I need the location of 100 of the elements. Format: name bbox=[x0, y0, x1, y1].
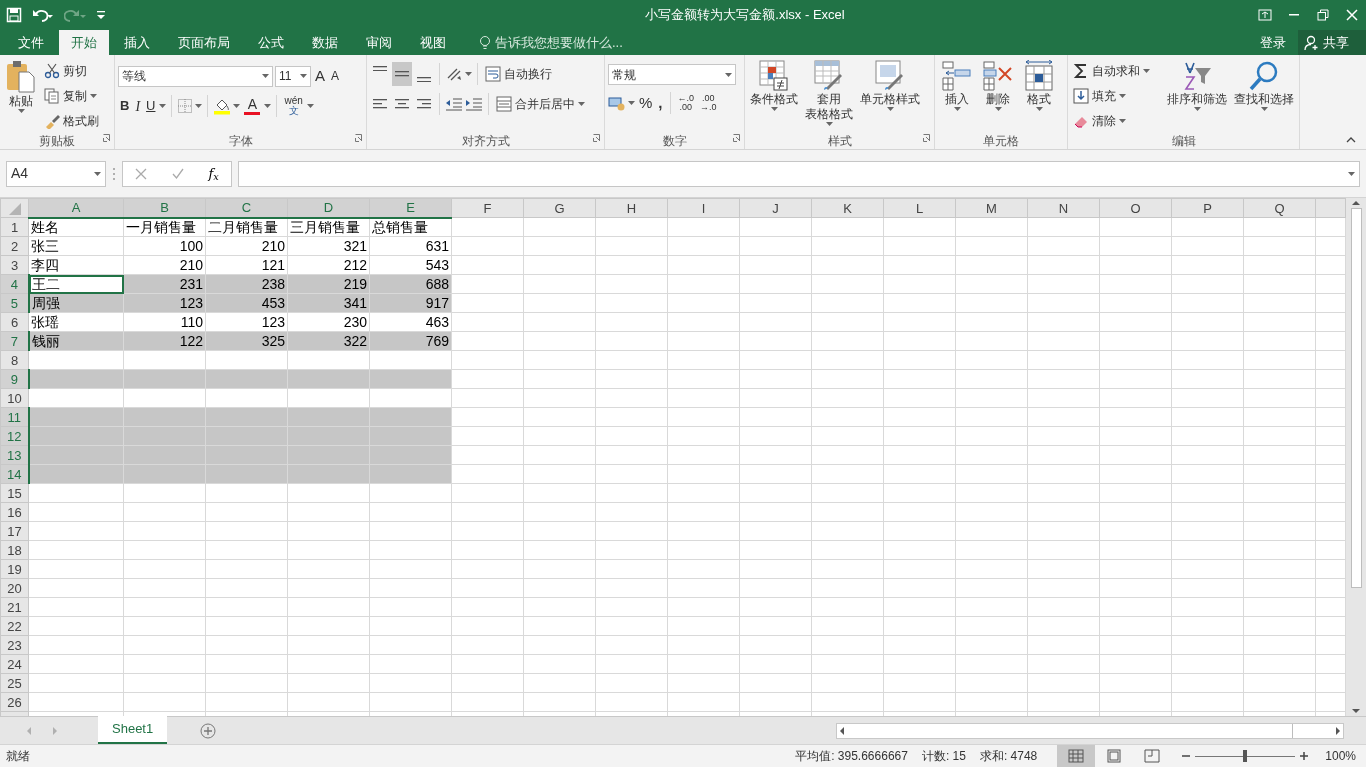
sheet-tab[interactable]: Sheet1 bbox=[98, 716, 168, 744]
ribbon-button[interactable]: 自动求和 bbox=[1071, 59, 1154, 82]
underline-button[interactable]: U bbox=[144, 94, 158, 118]
scroll-down-icon bbox=[1352, 708, 1360, 714]
column-header[interactable]: J bbox=[739, 198, 812, 218]
ribbon-tab[interactable]: 视图 bbox=[407, 30, 459, 55]
enter-icon[interactable] bbox=[171, 167, 184, 180]
currency-icon[interactable] bbox=[608, 95, 626, 111]
column-header[interactable]: K bbox=[811, 198, 884, 218]
ribbon-button[interactable]: 条件格式 bbox=[748, 59, 800, 132]
italic-button[interactable]: I bbox=[133, 94, 143, 118]
status-text: 就绪 bbox=[6, 748, 30, 765]
paste-button[interactable]: 粘贴 bbox=[3, 59, 39, 132]
zoom-level[interactable]: 100% bbox=[1325, 747, 1356, 765]
ribbon-tab[interactable]: 页面布局 bbox=[165, 30, 243, 55]
ribbon-button[interactable]: 查找和选择 bbox=[1232, 59, 1296, 132]
ribbon-button[interactable]: 套用 表格格式 bbox=[803, 59, 855, 132]
caret-icon bbox=[825, 122, 833, 126]
column-header[interactable]: N bbox=[1027, 198, 1100, 218]
wrap-text-button[interactable]: 自动换行 bbox=[483, 62, 554, 86]
comma-button[interactable]: , bbox=[656, 91, 665, 115]
grow-font-button[interactable]: A bbox=[313, 64, 327, 88]
tell-me-field[interactable]: 告诉我您想要做什么... bbox=[473, 30, 629, 55]
decrease-indent-icon[interactable] bbox=[445, 96, 463, 112]
ribbon-button[interactable]: 复制 bbox=[42, 84, 111, 107]
launcher-icon[interactable] bbox=[923, 133, 931, 142]
column-header[interactable]: D bbox=[287, 198, 370, 218]
new-sheet-icon[interactable] bbox=[200, 723, 217, 740]
launcher-icon[interactable] bbox=[355, 133, 363, 142]
ribbon-button[interactable]: 删除 bbox=[979, 59, 1017, 132]
view-button[interactable] bbox=[1057, 745, 1096, 767]
launcher-icon[interactable] bbox=[103, 133, 111, 142]
name-box[interactable]: A4 bbox=[6, 160, 106, 187]
vertical-scrollbar[interactable] bbox=[1346, 198, 1366, 716]
undo-icon[interactable] bbox=[32, 7, 54, 23]
shrink-font-button[interactable]: A bbox=[329, 64, 342, 88]
ribbon-button[interactable]: 剪切 bbox=[42, 59, 111, 82]
middle-align-button[interactable] bbox=[392, 62, 412, 86]
table-cell: 230 bbox=[287, 312, 370, 332]
number-format-dropdown[interactable]: 常规 bbox=[608, 64, 736, 85]
ribbon-button[interactable]: 填充 bbox=[1071, 84, 1154, 107]
percent-button[interactable]: % bbox=[637, 91, 655, 115]
caret-icon bbox=[195, 104, 203, 108]
magnifier-icon bbox=[1248, 60, 1280, 92]
orientation-icon[interactable] bbox=[445, 66, 463, 82]
insert-cells-icon bbox=[942, 60, 972, 92]
zoom-thumb[interactable] bbox=[1243, 750, 1248, 762]
fill-color-icon[interactable] bbox=[213, 97, 232, 115]
ribbon-tab[interactable]: 公式 bbox=[245, 30, 297, 55]
sign-in-link[interactable]: 登录 bbox=[1248, 30, 1298, 55]
ribbon-button[interactable]: 排序和筛选 bbox=[1165, 59, 1229, 132]
phonetic-button[interactable]: wén 文 bbox=[282, 96, 305, 116]
table-cell: 张三 bbox=[28, 236, 124, 256]
horizontal-scrollbar[interactable] bbox=[836, 722, 1344, 739]
ribbon-button[interactable]: 单元格样式 bbox=[858, 59, 922, 132]
column-header[interactable]: A bbox=[28, 198, 124, 218]
caret-icon bbox=[1260, 107, 1268, 111]
insert-function-button[interactable]: f$_{x}$ bbox=[208, 163, 219, 184]
customize-icon[interactable] bbox=[96, 9, 106, 21]
column-header[interactable]: H bbox=[595, 198, 668, 218]
scroll-up-icon bbox=[1352, 200, 1360, 206]
font-color-button[interactable]: A bbox=[242, 94, 263, 118]
ribbon-button[interactable]: 插入 bbox=[938, 59, 976, 132]
ribbon-tab[interactable]: 插入 bbox=[111, 30, 163, 55]
table-cell: 姓名 bbox=[28, 217, 124, 237]
launcher-icon[interactable] bbox=[593, 133, 601, 142]
font-size-dropdown[interactable]: 11 bbox=[275, 65, 311, 87]
column-header[interactable]: I bbox=[667, 198, 740, 218]
ribbon-tab[interactable]: 审阅 bbox=[353, 30, 405, 55]
decimal-button[interactable]: ←.0 .00 bbox=[675, 94, 697, 112]
save-icon[interactable] bbox=[6, 7, 22, 23]
decimal-button[interactable]: .00 →.0 bbox=[698, 94, 719, 112]
column-header[interactable]: O bbox=[1099, 198, 1172, 218]
font-name-dropdown[interactable]: 等线 bbox=[118, 65, 273, 87]
column-header[interactable]: G bbox=[523, 198, 596, 218]
column-header[interactable]: C bbox=[205, 198, 288, 218]
column-header[interactable]: M bbox=[955, 198, 1028, 218]
launcher-icon[interactable] bbox=[733, 133, 741, 142]
column-header[interactable]: P bbox=[1171, 198, 1244, 218]
cancel-icon[interactable] bbox=[135, 167, 148, 180]
ribbon-button[interactable]: 格式刷 bbox=[42, 109, 111, 132]
bold-button[interactable]: B bbox=[118, 94, 132, 118]
collapse-ribbon-icon[interactable] bbox=[1346, 137, 1356, 143]
column-header[interactable]: B bbox=[123, 198, 206, 218]
column-header[interactable]: L bbox=[883, 198, 956, 218]
column-header[interactable]: E bbox=[369, 198, 452, 218]
column-header[interactable]: F bbox=[451, 198, 524, 218]
ribbon-button[interactable]: 格式 bbox=[1020, 59, 1058, 132]
formula-input[interactable] bbox=[238, 160, 1360, 187]
zoom-in-icon[interactable] bbox=[1299, 751, 1310, 761]
merge-center-button[interactable]: 合并后居中 bbox=[494, 92, 587, 116]
ribbon-button[interactable]: 清除 bbox=[1071, 109, 1154, 132]
center-icon bbox=[394, 99, 410, 109]
column-header[interactable]: Q bbox=[1243, 198, 1316, 218]
caret-icon bbox=[770, 107, 778, 111]
ribbon-tab[interactable]: 开始 bbox=[59, 30, 109, 55]
increase-indent-icon[interactable] bbox=[465, 96, 483, 112]
ribbon-tab[interactable]: 数据 bbox=[299, 30, 351, 55]
share-button[interactable]: 共享 bbox=[1298, 30, 1366, 55]
ribbon-tab[interactable]: 文件 bbox=[5, 30, 57, 55]
